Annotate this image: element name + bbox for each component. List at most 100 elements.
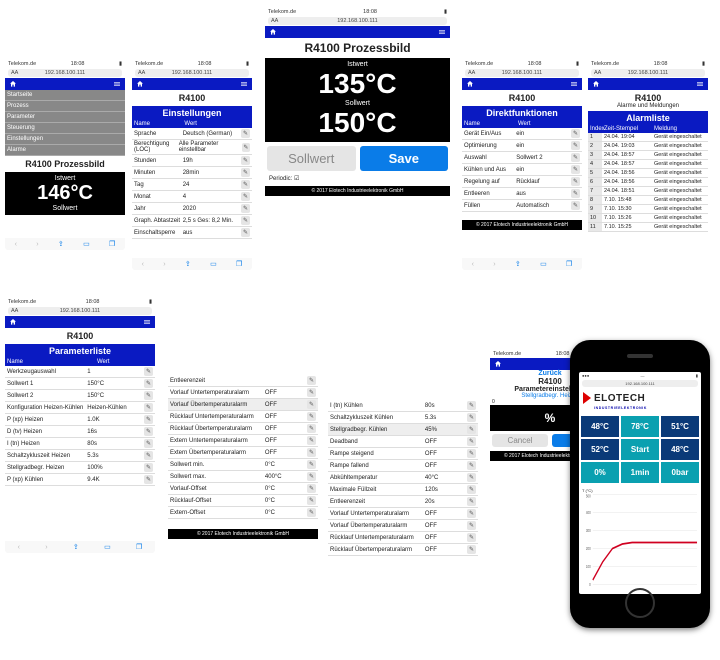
table-row[interactable]: Sollwert max.400°C✎ <box>168 471 318 483</box>
url-bar[interactable]: AA192.168.100.111 <box>135 69 249 77</box>
edit-icon[interactable]: ✎ <box>307 472 316 481</box>
alarm-row[interactable]: 117.10. 15:25Gerät eingeschaltet <box>588 223 708 232</box>
home-icon[interactable] <box>494 360 502 368</box>
alarm-row[interactable]: 224.04. 19:03Gerät eingeschaltet <box>588 142 708 151</box>
table-row[interactable]: P (xp) Heizen1.0K✎ <box>5 414 155 426</box>
edit-icon[interactable]: ✎ <box>307 508 316 517</box>
table-row[interactable]: Sollwert 1150°C✎ <box>5 378 155 390</box>
edit-icon[interactable]: ✎ <box>144 451 153 460</box>
edit-icon[interactable]: ✎ <box>467 437 476 446</box>
edit-icon[interactable]: ✎ <box>307 484 316 493</box>
edit-icon[interactable]: ✎ <box>307 496 316 505</box>
table-row[interactable]: Regelung aufRücklauf✎ <box>462 176 582 188</box>
table-row[interactable]: Minuten28min✎ <box>132 167 252 179</box>
home-icon[interactable] <box>9 318 17 326</box>
edit-icon[interactable]: ✎ <box>144 403 153 412</box>
table-row[interactable]: Rampe fallendOFF✎ <box>328 460 478 472</box>
table-row[interactable]: Maximale Füllzeit120s✎ <box>328 484 478 496</box>
tile-pressure[interactable]: 0bar <box>661 462 699 483</box>
edit-icon[interactable]: ✎ <box>144 475 153 484</box>
table-row[interactable]: I (tn) Heizen80s✎ <box>5 438 155 450</box>
table-row[interactable]: FüllenAutomatisch✎ <box>462 200 582 212</box>
edit-icon[interactable]: ✎ <box>467 521 476 530</box>
edit-icon[interactable]: ✎ <box>467 485 476 494</box>
tile-z2-temp[interactable]: 78°C <box>621 416 659 437</box>
sollwert-button[interactable]: Sollwert <box>267 146 356 171</box>
home-icon[interactable] <box>136 80 144 88</box>
edit-icon[interactable]: ✎ <box>307 400 316 409</box>
menu-item-parameter[interactable]: Parameter <box>5 112 125 123</box>
menu-icon[interactable] <box>143 318 151 326</box>
edit-icon[interactable]: ✎ <box>571 165 580 174</box>
alarm-row[interactable]: 97.10. 15:30Gerät eingeschaltet <box>588 205 708 214</box>
menu-item-einstellungen[interactable]: Einstellungen <box>5 134 125 145</box>
alarm-row[interactable]: 624.04. 18:56Gerät eingeschaltet <box>588 178 708 187</box>
table-row[interactable]: Rücklauf ÜbertemperaturalarmOFF✎ <box>168 423 318 435</box>
table-row[interactable]: Vorlauf UntertemperaturalarmOFF✎ <box>168 387 318 399</box>
edit-icon[interactable]: ✎ <box>242 143 250 152</box>
book-icon[interactable]: ▭ <box>83 240 90 248</box>
edit-icon[interactable]: ✎ <box>467 425 476 434</box>
fwd-icon[interactable]: › <box>36 241 38 248</box>
table-row[interactable]: Rücklauf UntertemperaturalarmOFF✎ <box>168 411 318 423</box>
url-bar[interactable]: 192.168.100.111 <box>582 380 698 387</box>
table-row[interactable]: Vorlauf ÜbertemperaturalarmOFF✎ <box>328 520 478 532</box>
edit-icon[interactable]: ✎ <box>467 413 476 422</box>
menu-icon[interactable] <box>240 80 248 88</box>
back-icon[interactable]: ‹ <box>15 241 17 248</box>
alarm-row[interactable]: 324.04. 18:57Gerät eingeschaltet <box>588 151 708 160</box>
table-row[interactable]: Kühlen und Ausein✎ <box>462 164 582 176</box>
table-row[interactable]: Rampe steigendOFF✎ <box>328 448 478 460</box>
edit-icon[interactable]: ✎ <box>467 401 476 410</box>
table-row[interactable]: Abkühltemperatur40°C✎ <box>328 472 478 484</box>
table-row[interactable]: Rücklauf-Offset0°C✎ <box>168 495 318 507</box>
alarm-row[interactable]: 107.10. 15:26Gerät eingeschaltet <box>588 214 708 223</box>
table-row[interactable]: Entleerenaus✎ <box>462 188 582 200</box>
table-row[interactable]: AuswahlSollwert 2✎ <box>462 152 582 164</box>
table-row[interactable]: Gerät Ein/Ausein✎ <box>462 128 582 140</box>
save-button[interactable]: Save <box>360 146 449 171</box>
edit-icon[interactable]: ✎ <box>467 533 476 542</box>
edit-icon[interactable]: ✎ <box>241 168 250 177</box>
edit-icon[interactable]: ✎ <box>307 388 316 397</box>
edit-icon[interactable]: ✎ <box>241 192 250 201</box>
alarm-row[interactable]: 424.04. 18:57Gerät eingeschaltet <box>588 160 708 169</box>
edit-icon[interactable]: ✎ <box>307 412 316 421</box>
url-bar[interactable]: AA192.168.100.111 <box>268 17 447 25</box>
tile-z3-temp[interactable]: 51°C <box>661 416 699 437</box>
edit-icon[interactable]: ✎ <box>467 449 476 458</box>
tabs-icon[interactable]: ❐ <box>109 240 115 248</box>
tile-pct[interactable]: 0% <box>581 462 619 483</box>
menu-icon[interactable] <box>696 80 704 88</box>
menu-item-alarme[interactable]: Alarme <box>5 145 125 156</box>
edit-icon[interactable]: ✎ <box>241 180 250 189</box>
table-row[interactable]: Jahr2020✎ <box>132 203 252 215</box>
edit-icon[interactable]: ✎ <box>307 376 316 385</box>
table-row[interactable]: Stunden19h✎ <box>132 155 252 167</box>
table-row[interactable]: Extern-Offset0°C✎ <box>168 507 318 519</box>
table-row[interactable]: Graph. Abtastzeit2,5 s Ges: 8,2 Min.✎ <box>132 215 252 227</box>
table-row[interactable]: Monat4✎ <box>132 191 252 203</box>
cancel-button[interactable]: Cancel <box>492 434 548 447</box>
url-bar[interactable]: AA192.168.100.111 <box>591 69 705 77</box>
url-bar[interactable]: AA192.168.100.111 <box>8 69 122 77</box>
menu-item-prozess[interactable]: Prozess <box>5 101 125 112</box>
table-row[interactable]: Entleerenzeit20s✎ <box>328 496 478 508</box>
edit-icon[interactable]: ✎ <box>571 129 580 138</box>
url-bar[interactable]: AA192.168.100.111 <box>465 69 579 77</box>
table-row[interactable]: Rücklauf ÜbertemperaturalarmOFF✎ <box>328 544 478 556</box>
table-row[interactable]: Berechtigung (LOC)Alle Parameter einstel… <box>132 140 252 155</box>
table-row[interactable]: Vorlauf UntertemperaturalarmOFF✎ <box>328 508 478 520</box>
edit-icon[interactable]: ✎ <box>467 509 476 518</box>
periodic-toggle[interactable]: Periodic: ☑ <box>269 175 446 182</box>
edit-icon[interactable]: ✎ <box>144 379 153 388</box>
edit-icon[interactable]: ✎ <box>144 439 153 448</box>
home-icon[interactable] <box>466 80 474 88</box>
edit-icon[interactable]: ✎ <box>467 497 476 506</box>
menu-icon[interactable] <box>438 28 446 36</box>
edit-icon[interactable]: ✎ <box>571 141 580 150</box>
table-row[interactable]: Sollwert 2150°C✎ <box>5 390 155 402</box>
table-row[interactable]: Konfiguration Heizen-KühlenHeizen-Kühlen… <box>5 402 155 414</box>
menu-item-start[interactable]: Startseite <box>5 90 125 101</box>
table-row[interactable]: Extern ÜbertemperaturalarmOFF✎ <box>168 447 318 459</box>
